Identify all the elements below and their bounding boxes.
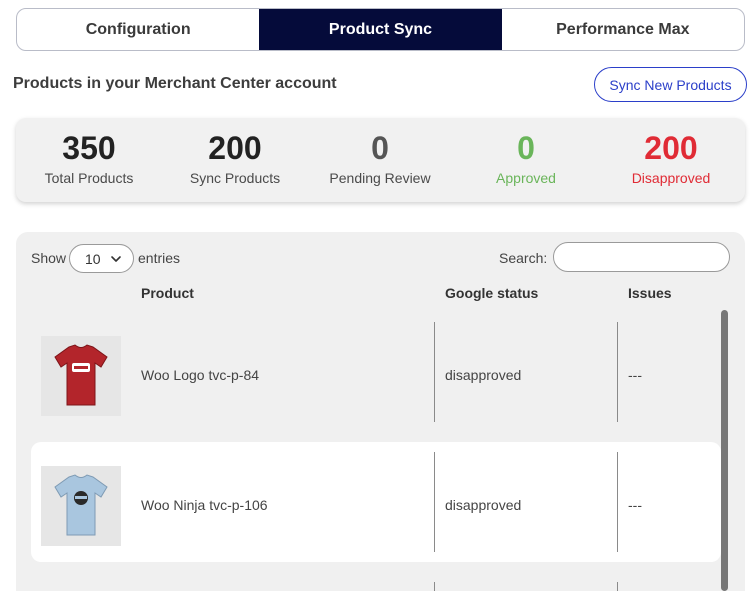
tab-product-sync[interactable]: Product Sync <box>259 9 502 50</box>
woo-ninja-tshirt-icon <box>54 474 108 536</box>
stat-label: Approved <box>496 170 556 186</box>
products-table-panel: Show 10 entries Search: Product Google s… <box>16 232 745 591</box>
stat-label: Pending Review <box>329 170 431 186</box>
tab-bar: Configuration Product Sync Performance M… <box>16 8 745 51</box>
stat-label: Disapproved <box>631 170 711 186</box>
column-divider <box>434 452 435 552</box>
stat-disapproved: 200 Disapproved <box>598 130 744 186</box>
stat-label: Total Products <box>44 170 134 186</box>
table-row: Woo Logo tvc-p-84 disapproved --- <box>31 312 721 432</box>
product-name[interactable]: Woo Ninja tvc-p-106 <box>141 497 268 513</box>
entries-select[interactable]: 10 <box>69 244 134 273</box>
stat-value: 0 <box>371 130 389 166</box>
product-thumbnail <box>41 466 121 546</box>
stat-pending-review: 0 Pending Review <box>307 130 453 186</box>
column-divider <box>617 582 618 591</box>
entries-label: entries <box>138 250 181 266</box>
show-label: Show <box>31 250 67 266</box>
sync-new-products-button[interactable]: Sync New Products <box>594 67 747 102</box>
stat-total-products: 350 Total Products <box>16 130 162 186</box>
column-divider <box>617 452 618 552</box>
section-title: Products in your Merchant Center account <box>13 75 337 92</box>
column-divider <box>434 322 435 422</box>
google-status: disapproved <box>445 367 522 383</box>
stat-value: 350 <box>62 130 116 166</box>
issues: --- <box>628 497 642 513</box>
stat-value: 200 <box>644 130 698 166</box>
tab-configuration[interactable]: Configuration <box>17 9 259 50</box>
google-status: disapproved <box>445 497 522 513</box>
stat-value: 0 <box>517 130 535 166</box>
table-scrollbar[interactable] <box>721 310 728 591</box>
column-divider <box>617 322 618 422</box>
tab-performance-max[interactable]: Performance Max <box>502 9 744 50</box>
search-input[interactable] <box>553 242 730 272</box>
issues: --- <box>628 367 642 383</box>
product-thumbnail <box>41 336 121 416</box>
column-header-product[interactable]: Product <box>141 285 194 301</box>
stats-summary: 350 Total Products 200 Sync Products 0 P… <box>16 118 745 202</box>
stat-sync-products: 200 Sync Products <box>162 130 308 186</box>
search-label: Search: <box>499 250 548 266</box>
stat-label: Sync Products <box>189 170 281 186</box>
table-row: Woo Ninja tvc-p-106 disapproved --- <box>31 442 721 562</box>
column-header-issues[interactable]: Issues <box>628 285 672 301</box>
stat-approved: 0 Approved <box>453 130 599 186</box>
stat-value: 200 <box>208 130 262 166</box>
column-header-google-status[interactable]: Google status <box>445 285 538 301</box>
chevron-down-icon <box>111 256 121 262</box>
woo-logo-tshirt-icon <box>54 344 108 406</box>
entries-value: 10 <box>85 250 101 267</box>
product-name[interactable]: Woo Logo tvc-p-84 <box>141 367 259 383</box>
column-divider <box>434 582 435 591</box>
